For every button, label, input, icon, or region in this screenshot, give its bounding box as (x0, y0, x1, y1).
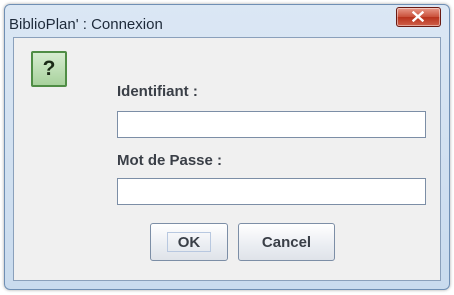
ok-button[interactable]: OK (150, 223, 228, 261)
window-title: BiblioPlan' : Connexion (9, 16, 163, 33)
close-icon (412, 11, 424, 22)
ok-button-label: OK (177, 233, 201, 251)
username-label: Identifiant : (117, 83, 198, 100)
close-button[interactable] (396, 7, 441, 27)
cancel-button[interactable]: Cancel (238, 223, 335, 261)
question-icon: ? (31, 51, 67, 87)
title-bar[interactable]: BiblioPlan' : Connexion (5, 5, 449, 33)
password-label: Mot de Passe : (117, 152, 223, 169)
password-input[interactable] (117, 178, 426, 205)
username-input[interactable] (117, 111, 426, 138)
